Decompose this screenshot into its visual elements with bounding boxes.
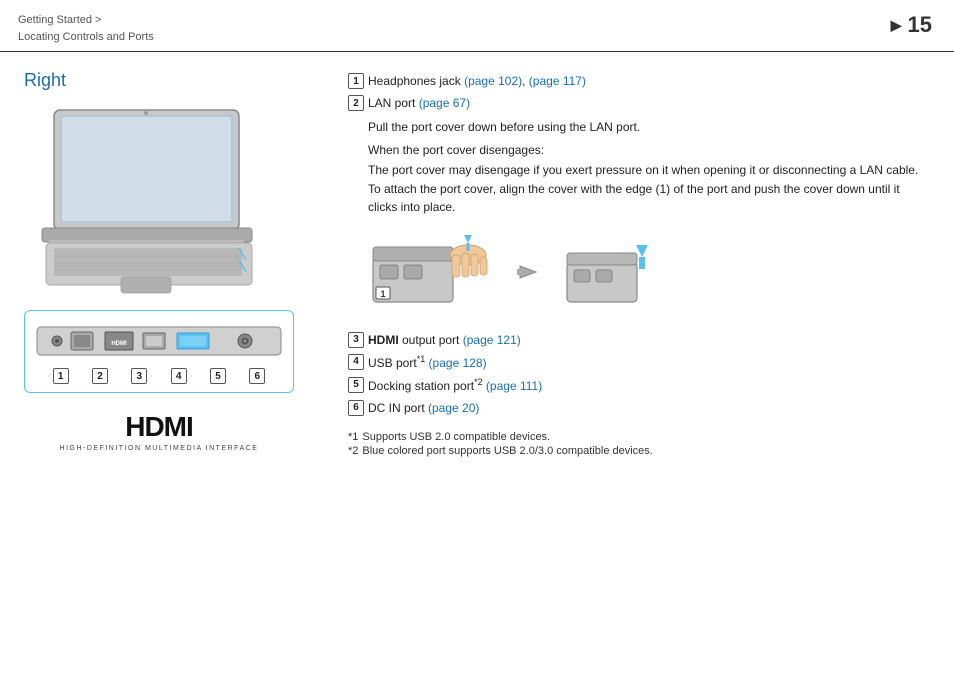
breadcrumb: Getting Started > Locating Controls and … xyxy=(18,12,154,45)
footnote-1: *1 Supports USB 2.0 compatible devices. xyxy=(348,431,930,443)
list-item-6: 6 DC IN port (page 20) xyxy=(348,399,930,417)
port-label-2: 2 xyxy=(85,367,115,384)
port-label-5: 5 xyxy=(203,367,233,384)
arrow-icon: ▶ xyxy=(891,17,902,34)
port-strip: HDMI 1 2 3 4 5 xyxy=(24,310,294,393)
main-content: Right xyxy=(0,52,954,477)
item-2-sub: Pull the port cover down before using th… xyxy=(368,118,930,137)
footnote-2-text: Blue colored port supports USB 2.0/3.0 c… xyxy=(362,445,652,457)
item-num-5: 5 xyxy=(348,377,364,393)
item-num-3: 3 xyxy=(348,332,364,348)
footnote-1-num: *1 xyxy=(348,431,358,443)
footnote-2-num: *2 xyxy=(348,445,358,457)
item-6-link-1[interactable]: (page 20) xyxy=(428,401,479,415)
lan-desc-body: The port cover may disengage if you exer… xyxy=(368,161,930,217)
port-label-6: 6 xyxy=(242,367,272,384)
laptop-svg xyxy=(24,105,294,300)
item-3-link-1[interactable]: (page 121) xyxy=(463,333,521,347)
footnote-2: *2 Blue colored port supports USB 2.0/3.… xyxy=(348,445,930,457)
item-list: 1 Headphones jack (page 102), (page 117)… xyxy=(348,72,930,112)
laptop-illustration xyxy=(24,105,294,300)
port-diagram-svg: HDMI xyxy=(35,319,283,363)
item-6-text: DC IN port (page 20) xyxy=(368,399,930,417)
svg-text:1: 1 xyxy=(380,289,385,299)
port-label-3: 3 xyxy=(124,367,154,384)
list-item-5: 5 Docking station port*2 (page 111) xyxy=(348,376,930,395)
port-labels: 1 2 3 4 5 6 xyxy=(35,367,283,384)
page-header: Getting Started > Locating Controls and … xyxy=(0,0,954,52)
item-1-text: Headphones jack (page 102), (page 117) xyxy=(368,72,930,90)
hdmi-logo: HDMI xyxy=(24,411,294,443)
port-cover-svg-left: 1 xyxy=(368,227,498,317)
list-item-3: 3 HDMI output port (page 121) xyxy=(348,331,930,349)
item-num-6: 6 xyxy=(348,400,364,416)
item-num-4: 4 xyxy=(348,354,364,370)
port-cover-svg-right xyxy=(562,227,662,317)
item-2-link-1[interactable]: (page 67) xyxy=(419,96,470,110)
item-num-1: 1 xyxy=(348,73,364,89)
port-label-1: 1 xyxy=(46,367,76,384)
port-cover-illustration: 1 xyxy=(368,227,930,317)
item-list-2: 3 HDMI output port (page 121) 4 USB port… xyxy=(348,331,930,417)
port-label-4: 4 xyxy=(164,367,194,384)
item-4-text: USB port*1 (page 128) xyxy=(368,353,930,372)
item-3-text: HDMI output port (page 121) xyxy=(368,331,930,349)
arrow-right-icon xyxy=(516,258,544,286)
footnotes: *1 Supports USB 2.0 compatible devices. … xyxy=(348,431,930,457)
left-column: Right xyxy=(24,70,324,459)
item-4-link-1[interactable]: (page 128) xyxy=(429,356,487,370)
item-1-link-1[interactable]: (page 102) xyxy=(464,74,522,88)
hdmi-sub-text: HIGH-DEFINITION MULTIMEDIA INTERFACE xyxy=(24,445,294,452)
page-number: 15 xyxy=(908,12,932,38)
list-item-1: 1 Headphones jack (page 102), (page 117) xyxy=(348,72,930,90)
lan-desc-heading: When the port cover disengages: xyxy=(368,141,930,160)
page-number-area: ▶ 15 xyxy=(891,12,936,38)
item-1-link-2[interactable]: (page 117) xyxy=(529,74,586,88)
item-5-link-1[interactable]: (page 111) xyxy=(486,379,542,393)
list-item-4: 4 USB port*1 (page 128) xyxy=(348,353,930,372)
section-title: Right xyxy=(24,70,324,91)
list-item-2: 2 LAN port (page 67) xyxy=(348,94,930,112)
right-column: 1 Headphones jack (page 102), (page 117)… xyxy=(348,70,930,459)
hdmi-logo-area: HDMI HIGH-DEFINITION MULTIMEDIA INTERFAC… xyxy=(24,411,294,452)
svg-text:HDMI: HDMI xyxy=(111,341,127,347)
item-5-text: Docking station port*2 (page 111) xyxy=(368,376,930,395)
lan-desc-block: When the port cover disengages: The port… xyxy=(368,141,930,217)
item-num-2: 2 xyxy=(348,95,364,111)
footnote-1-text: Supports USB 2.0 compatible devices. xyxy=(362,431,550,443)
item-2-text: LAN port (page 67) xyxy=(368,94,930,112)
port-strip-inner: HDMI xyxy=(35,319,283,363)
